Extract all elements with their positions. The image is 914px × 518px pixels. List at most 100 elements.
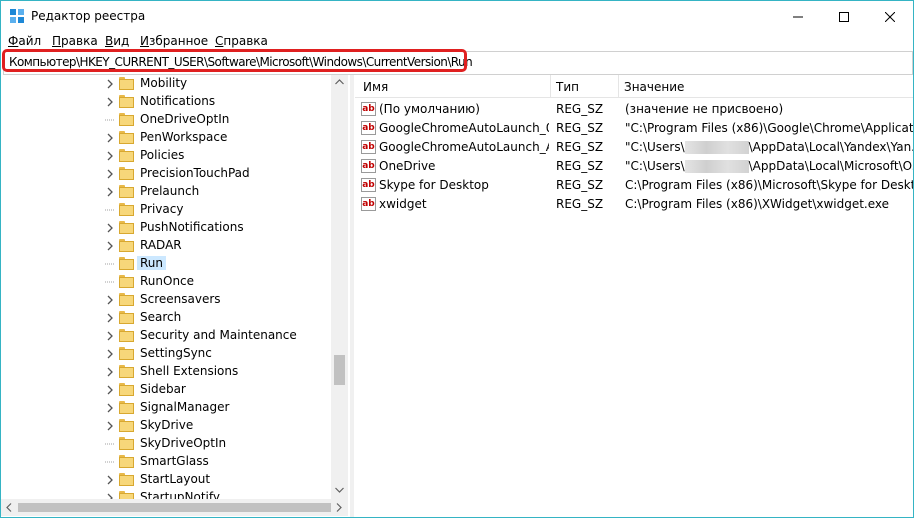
menu-favorites-label: збранное	[148, 34, 209, 48]
value-row[interactable]: ab xwidget REG_SZ C:\Program Files (x86)\XW…	[355, 195, 913, 214]
tree-item-label: Mobility	[140, 76, 188, 90]
value-row[interactable]: ab OneDrive REG_SZ "C:\Users\ \AppData\Local…	[355, 157, 913, 176]
column-separator[interactable]	[550, 75, 551, 97]
tree-item[interactable]: SignalManager	[1, 399, 331, 417]
menu-file[interactable]: Файл	[8, 34, 41, 48]
tree-item[interactable]: Search	[1, 309, 331, 327]
registry-key-tree[interactable]: Mobility Notifications OneDriveOptIn PenWor…	[1, 75, 348, 499]
chevron-right-icon[interactable]	[105, 150, 115, 162]
value-row[interactable]: ab GoogleChromeAutoLaunch_0... REG_SZ "C:\P…	[355, 119, 913, 138]
value-data: "C:\Users\ \AppData\Local\Microsoft\O...	[625, 159, 913, 173]
tree-item[interactable]: Shell Extensions	[1, 363, 331, 381]
value-text-end: \AppData\Local\Yandex\Yan...	[748, 140, 913, 154]
pane-splitter[interactable]	[350, 75, 354, 517]
chevron-right-icon[interactable]	[105, 294, 115, 306]
scroll-right-icon[interactable]	[336, 503, 342, 512]
tree-item[interactable]: Policies	[1, 147, 331, 165]
value-text-start: "C:\Users\	[625, 159, 685, 173]
value-row[interactable]: ab GoogleChromeAutoLaunch_A... REG_SZ "C:\U…	[355, 138, 913, 157]
minimize-icon	[793, 16, 803, 17]
value-name: (По умолчанию)	[379, 102, 480, 116]
tree-item[interactable]: StartLayout	[1, 471, 331, 489]
value-row[interactable]: ab (По умолчанию) REG_SZ (значение не присв…	[355, 100, 913, 119]
tree-connector	[105, 209, 115, 211]
tree-item[interactable]: Privacy	[1, 201, 331, 219]
column-header-value[interactable]: Значение	[624, 80, 684, 94]
tree-item[interactable]: SkyDriveOptIn	[1, 435, 331, 453]
title-bar[interactable]: Редактор реестра	[1, 1, 913, 32]
tree-item-label: SkyDrive	[140, 418, 194, 432]
tree-item[interactable]: OneDriveOptIn	[1, 111, 331, 129]
chevron-right-icon[interactable]	[105, 186, 115, 198]
scroll-up-icon[interactable]	[335, 79, 344, 85]
tree-horizontal-scrollbar[interactable]	[1, 499, 348, 516]
tree-item[interactable]: StartupNotify	[1, 489, 331, 499]
tree-item-label: PushNotifications	[140, 220, 244, 234]
chevron-right-icon[interactable]	[105, 384, 115, 396]
tree-connector	[105, 443, 115, 445]
scroll-down-icon[interactable]	[335, 487, 344, 493]
chevron-right-icon[interactable]	[105, 78, 115, 90]
chevron-right-icon[interactable]	[105, 366, 115, 378]
tree-item[interactable]: Sidebar	[1, 381, 331, 399]
chevron-right-icon[interactable]	[105, 330, 115, 342]
values-list[interactable]: Имя Тип Значение ab (По умолчанию) REG_SZ(…	[355, 75, 913, 517]
tree-item[interactable]: Notifications	[1, 93, 331, 111]
tree-item[interactable]: SettingSync	[1, 345, 331, 363]
menu-file-label: айл	[18, 34, 42, 48]
registry-editor-window: Редактор реестра Файл Правка Вид Избранн…	[0, 0, 914, 518]
folder-icon	[119, 491, 134, 499]
close-button[interactable]	[867, 1, 913, 32]
menu-help[interactable]: Справка	[215, 34, 268, 48]
tree-item[interactable]: RADAR	[1, 237, 331, 255]
chevron-right-icon[interactable]	[105, 492, 115, 499]
value-text: C:\Program Files (x86)\Microsoft\Skype f…	[625, 178, 913, 192]
tree-item[interactable]: Mobility	[1, 75, 331, 93]
scroll-left-icon[interactable]	[6, 503, 12, 512]
chevron-right-icon[interactable]	[105, 168, 115, 180]
tree-item[interactable]: SmartGlass	[1, 453, 331, 471]
tree-item[interactable]: SkyDrive	[1, 417, 331, 435]
tree-item[interactable]: Screensavers	[1, 291, 331, 309]
tree-item-label: Screensavers	[140, 292, 221, 306]
chevron-right-icon[interactable]	[105, 474, 115, 486]
tree-item[interactable]: PenWorkspace	[1, 129, 331, 147]
column-header-type[interactable]: Тип	[556, 80, 579, 94]
menu-edit[interactable]: Правка	[52, 34, 98, 48]
chevron-right-icon[interactable]	[105, 96, 115, 108]
value-text: (значение не присвоено)	[625, 102, 784, 116]
window-title: Редактор реестра	[31, 9, 146, 23]
redacted-username	[684, 141, 749, 154]
chevron-right-icon[interactable]	[105, 222, 115, 234]
chevron-right-icon[interactable]	[105, 312, 115, 324]
value-row[interactable]: ab Skype for Desktop REG_SZ C:\Program File…	[355, 176, 913, 195]
tree-hscroll-thumb[interactable]	[18, 503, 331, 512]
tree-item-label: RADAR	[140, 238, 182, 252]
tree-vertical-scrollbar[interactable]	[331, 75, 348, 499]
menu-view[interactable]: Вид	[105, 34, 129, 48]
chevron-right-icon[interactable]	[105, 420, 115, 432]
value-data: C:\Program Files (x86)\XWidget\xwidget.e…	[625, 197, 913, 211]
menu-favorites-mnemonic: И	[140, 34, 149, 48]
chevron-right-icon[interactable]	[105, 348, 115, 360]
tree-item[interactable]: Prelaunch	[1, 183, 331, 201]
menu-edit-mnemonic: П	[52, 34, 62, 48]
chevron-right-icon[interactable]	[105, 402, 115, 414]
tree-item-label: StartLayout	[140, 472, 211, 486]
tree-item[interactable]: RunOnce	[1, 273, 331, 291]
tree-item[interactable]: Security and Maintenance	[1, 327, 331, 345]
tree-scroll-thumb[interactable]	[334, 355, 345, 385]
tree-item-label: Shell Extensions	[140, 364, 239, 378]
menu-favorites[interactable]: Избранное	[140, 34, 208, 48]
column-separator[interactable]	[618, 75, 619, 97]
column-header-name[interactable]: Имя	[363, 80, 388, 94]
tree-item[interactable]: Run	[1, 255, 331, 273]
tree-item[interactable]: PrecisionTouchPad	[1, 165, 331, 183]
tree-item-label: PenWorkspace	[140, 130, 228, 144]
minimize-button[interactable]	[775, 1, 821, 32]
folder-icon	[119, 293, 134, 306]
tree-item[interactable]: PushNotifications	[1, 219, 331, 237]
chevron-right-icon[interactable]	[105, 240, 115, 252]
chevron-right-icon[interactable]	[105, 132, 115, 144]
maximize-button[interactable]	[821, 1, 867, 32]
